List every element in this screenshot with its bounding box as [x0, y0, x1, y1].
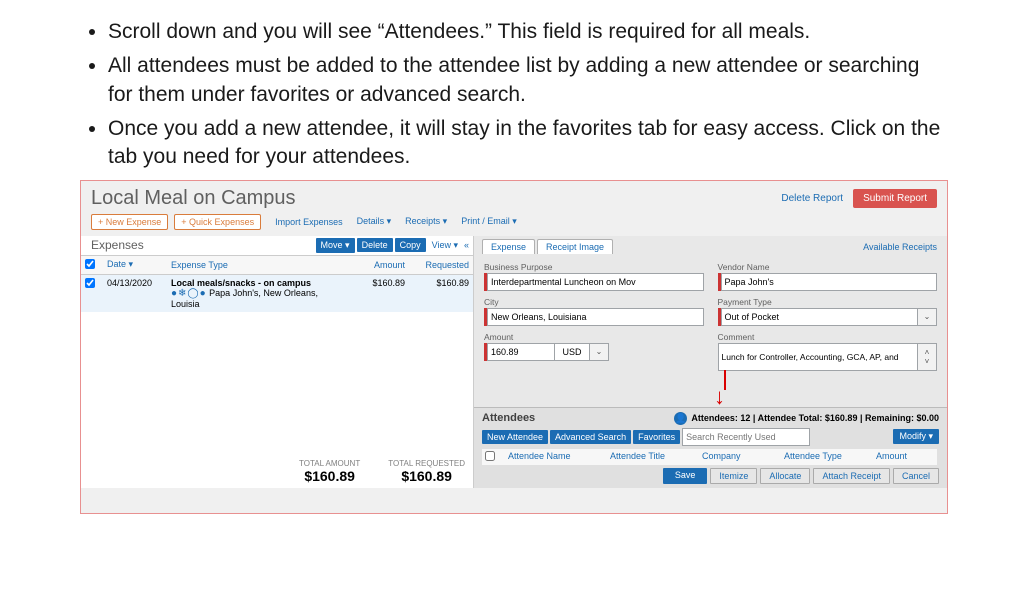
collapse-icon[interactable]: «	[464, 240, 469, 250]
favorites-button[interactable]: Favorites	[633, 430, 680, 444]
total-amount: $160.89	[304, 468, 355, 484]
select-all-checkbox[interactable]	[85, 259, 95, 269]
person-icon: 👤	[674, 412, 687, 425]
col-type[interactable]: Expense Type	[167, 255, 351, 274]
search-recently-used-input[interactable]: Search Recently Used	[682, 428, 810, 446]
tab-expense[interactable]: Expense	[482, 239, 535, 254]
view-menu[interactable]: View ▾	[432, 240, 458, 251]
cancel-button[interactable]: Cancel	[893, 468, 939, 484]
cell-requested: $160.89	[409, 274, 473, 312]
chevron-down-icon[interactable]: ⌄	[590, 343, 609, 361]
vendor-name-input[interactable]: Papa John's	[721, 273, 938, 291]
bullet-2: All attendees must be added to the atten…	[108, 52, 944, 109]
delete-button[interactable]: Delete	[357, 238, 393, 252]
tab-receipt-image[interactable]: Receipt Image	[537, 239, 613, 254]
business-purpose-label: Business Purpose	[484, 262, 704, 272]
attendees-section: ↓ Attendees 👤Attendees: 12 | Attendee To…	[474, 407, 947, 488]
scroll-arrows-icon[interactable]: ˄˅	[918, 343, 937, 371]
advanced-search-button[interactable]: Advanced Search	[550, 430, 631, 444]
delete-report-link[interactable]: Delete Report	[781, 193, 843, 204]
row-status-icons: ●❄◯●	[171, 288, 207, 299]
receipts-menu[interactable]: Receipts ▾	[405, 216, 447, 227]
vendor-name-label: Vendor Name	[718, 262, 938, 272]
quick-expenses-button[interactable]: + Quick Expenses	[174, 214, 261, 230]
amount-label: Amount	[484, 332, 704, 342]
attach-receipt-button[interactable]: Attach Receipt	[813, 468, 890, 484]
attendees-summary: Attendees: 12 | Attendee Total: $160.89 …	[691, 413, 939, 423]
print-email-menu[interactable]: Print / Email ▾	[461, 216, 517, 227]
col-requested[interactable]: Requested	[409, 255, 473, 274]
bullet-3: Once you add a new attendee, it will sta…	[108, 115, 944, 172]
attendee-select-all[interactable]	[485, 451, 495, 461]
modify-button[interactable]: Modify ▾	[893, 429, 939, 444]
amount-input[interactable]: 160.89	[487, 343, 555, 361]
total-requested: $160.89	[401, 468, 452, 484]
total-requested-label: TOTAL REQUESTED	[388, 459, 465, 468]
move-button[interactable]: Move ▾	[316, 238, 355, 253]
cell-amount: $160.89	[351, 274, 409, 312]
col-attendee-name[interactable]: Attendee Name	[502, 449, 604, 465]
attendee-table-header: Attendee Name Attendee Title Company Att…	[482, 449, 939, 465]
app-screenshot: Local Meal on Campus Delete Report Submi…	[80, 180, 948, 514]
new-attendee-button[interactable]: New Attendee	[482, 430, 548, 444]
chevron-down-icon[interactable]: ⌄	[918, 308, 937, 326]
col-company[interactable]: Company	[696, 449, 778, 465]
new-expense-button[interactable]: + New Expense	[91, 214, 168, 230]
itemize-button[interactable]: Itemize	[710, 468, 757, 484]
row-checkbox[interactable]	[85, 278, 95, 288]
table-row[interactable]: 04/13/2020 Local meals/snacks - on campu…	[81, 274, 473, 312]
page-title: Local Meal on Campus	[91, 187, 296, 210]
import-expenses-link[interactable]: Import Expenses	[275, 217, 343, 227]
available-receipts-link[interactable]: Available Receipts	[863, 242, 937, 252]
attendees-heading: Attendees	[482, 412, 535, 424]
col-attendee-title[interactable]: Attendee Title	[604, 449, 696, 465]
cell-type: Local meals/snacks - on campus	[171, 278, 311, 288]
city-input[interactable]: New Orleans, Louisiana	[487, 308, 704, 326]
details-menu[interactable]: Details ▾	[357, 216, 392, 227]
business-purpose-input[interactable]: Interdepartmental Luncheon on Mov	[487, 273, 704, 291]
col-attendee-type[interactable]: Attendee Type	[778, 449, 870, 465]
expense-table: Date ▾ Expense Type Amount Requested 04/…	[81, 255, 473, 312]
submit-report-button[interactable]: Submit Report	[853, 189, 937, 208]
col-amount[interactable]: Amount	[351, 255, 409, 274]
save-button[interactable]: Save	[663, 468, 708, 484]
comment-label: Comment	[718, 332, 938, 342]
payment-type-label: Payment Type	[718, 297, 938, 307]
currency-select[interactable]: USD	[555, 343, 590, 361]
expenses-heading: Expenses	[91, 238, 144, 252]
total-amount-label: TOTAL AMOUNT	[299, 459, 360, 468]
col-attendee-amount[interactable]: Amount	[870, 449, 937, 465]
cell-date: 04/13/2020	[103, 274, 167, 312]
bullet-1: Scroll down and you will see “Attendees.…	[108, 18, 944, 46]
comment-textarea[interactable]: Lunch for Controller, Accounting, GCA, A…	[718, 343, 919, 371]
col-date[interactable]: Date ▾	[103, 255, 167, 274]
allocate-button[interactable]: Allocate	[760, 468, 810, 484]
city-label: City	[484, 297, 704, 307]
instruction-list: Scroll down and you will see “Attendees.…	[80, 18, 944, 172]
callout-arrow-icon: ↓	[714, 386, 725, 408]
copy-button[interactable]: Copy	[395, 238, 426, 252]
payment-type-select[interactable]: Out of Pocket	[721, 308, 919, 326]
